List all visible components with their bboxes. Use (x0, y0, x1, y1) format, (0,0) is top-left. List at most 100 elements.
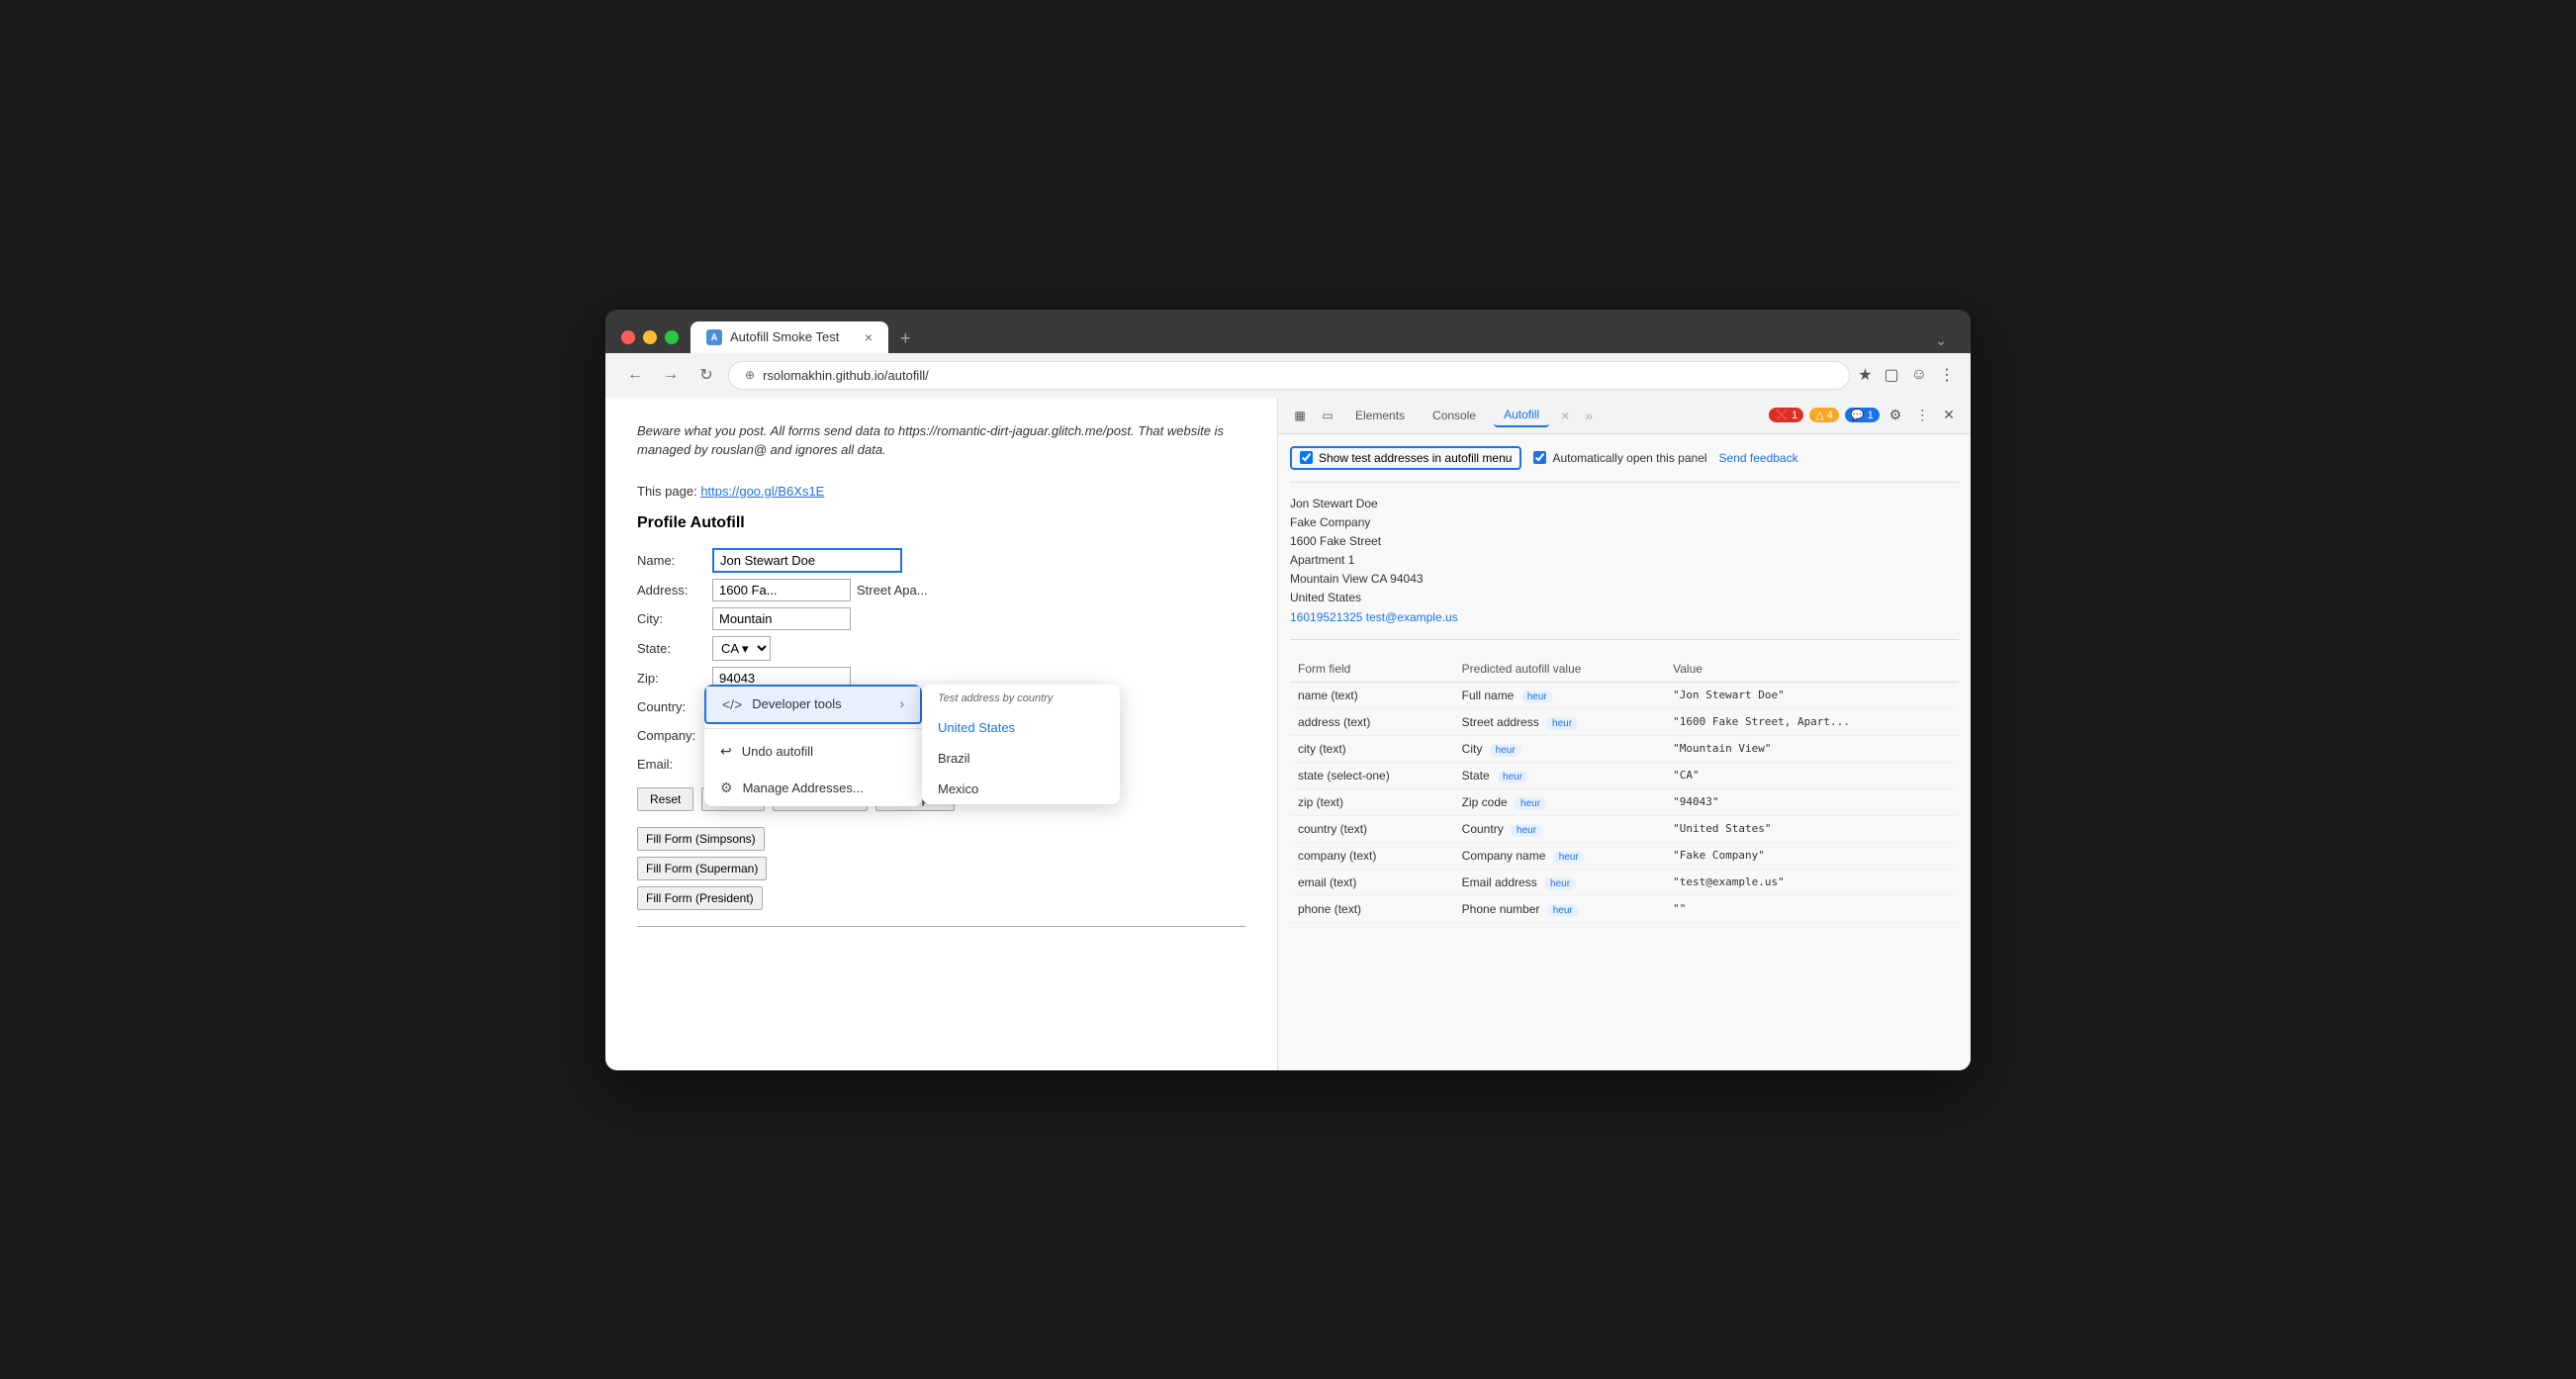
settings-icon[interactable]: ⚙ (1886, 405, 1906, 425)
predicted-cell: City heur (1454, 735, 1665, 762)
city-input[interactable] (712, 607, 851, 630)
devtools-status-icons: ❌ 1 △ 4 💬 1 ⚙ ⋮ ✕ (1769, 405, 1959, 425)
developer-tools-label: Developer tools (752, 696, 841, 711)
predicted-cell: State heur (1454, 762, 1665, 788)
device-icon[interactable]: ▭ (1318, 406, 1337, 425)
field-cell: company (text) (1290, 842, 1454, 869)
traffic-lights (621, 330, 679, 344)
close-devtools-icon[interactable]: ✕ (1939, 405, 1959, 425)
country-us[interactable]: United States (922, 712, 1120, 743)
arrow-icon: › (900, 696, 904, 711)
field-cell: name (text) (1290, 682, 1454, 708)
undo-autofill-item[interactable]: ↩ Undo autofill (704, 733, 922, 770)
active-tab[interactable]: A Autofill Smoke Test × (690, 322, 888, 353)
fill-superman-button[interactable]: Fill Form (Superman) (637, 857, 767, 880)
state-label: State: (637, 641, 706, 656)
reset-button[interactable]: Reset (637, 787, 693, 811)
show-test-addresses-option[interactable]: Show test addresses in autofill menu (1290, 446, 1521, 470)
auto-open-checkbox[interactable] (1533, 451, 1546, 464)
field-cell: state (select-one) (1290, 762, 1454, 788)
profile-icon[interactable]: ☺ (1911, 366, 1927, 384)
inspector-icon[interactable]: ▦ (1290, 406, 1310, 425)
new-tab-button[interactable]: + (888, 324, 923, 353)
col-field: Form field (1290, 656, 1454, 683)
preview-country: United States (1290, 589, 1959, 607)
tab-autofill[interactable]: Autofill (1494, 404, 1549, 427)
value-cell: "Jon Stewart Doe" (1665, 682, 1959, 708)
warn-badge: △ 4 (1809, 408, 1839, 422)
info-icon: 💬 (1851, 409, 1865, 421)
tab-bar: A Autofill Smoke Test × + ⌄ (690, 322, 1955, 353)
preview-company: Fake Company (1290, 513, 1959, 532)
dropdown-menu: </> Developer tools › ↩ Undo autofill ⚙ … (704, 685, 922, 806)
manage-addresses-item[interactable]: ⚙ Manage Addresses... (704, 770, 922, 806)
country-brazil[interactable]: Brazil (922, 743, 1120, 774)
heur-badge: heur (1511, 824, 1542, 837)
close-autofill-tab[interactable]: × (1557, 404, 1573, 427)
devtools-toolbar: ▦ ▭ Elements Console Autofill × » ❌ 1 △ … (1278, 398, 1971, 434)
table-row: phone (text)Phone number heur"" (1290, 895, 1959, 922)
maximize-button[interactable] (665, 330, 679, 344)
value-cell: "Mountain View" (1665, 735, 1959, 762)
field-cell: email (text) (1290, 869, 1454, 895)
more-options-icon[interactable]: ⋮ (1911, 405, 1933, 425)
name-input[interactable] (712, 548, 902, 573)
send-feedback-link[interactable]: Send feedback (1719, 451, 1798, 465)
table-row: country (text)Country heur"United States… (1290, 815, 1959, 842)
warning-text: Beware what you post. All forms send dat… (637, 421, 1245, 460)
name-label: Name: (637, 553, 706, 568)
address-row: Address: Street Apa... (637, 579, 1245, 601)
heur-badge: heur (1546, 717, 1578, 730)
value-cell: "CA" (1665, 762, 1959, 788)
address-input[interactable]: ⊕ rsolomakhin.github.io/autofill/ (728, 361, 1850, 390)
tab-console[interactable]: Console (1423, 405, 1486, 426)
auto-open-option[interactable]: Automatically open this panel (1533, 451, 1706, 465)
country-mexico[interactable]: Mexico (922, 774, 1120, 804)
address-preview: Jon Stewart Doe Fake Company 1600 Fake S… (1290, 495, 1959, 640)
more-tabs-icon[interactable]: » (1581, 404, 1597, 427)
autofill-options: Show test addresses in autofill menu Aut… (1290, 446, 1959, 483)
menu-icon[interactable]: ⋮ (1939, 365, 1955, 385)
page-link-anchor[interactable]: https://goo.gl/B6Xs1E (700, 484, 824, 499)
close-button[interactable] (621, 330, 635, 344)
field-cell: phone (text) (1290, 895, 1454, 922)
test-address-label: Test address by country (922, 685, 1120, 712)
fill-buttons: Fill Form (Simpsons) Fill Form (Superman… (637, 827, 1245, 910)
tab-title: Autofill Smoke Test (730, 329, 839, 344)
col-value: Value (1665, 656, 1959, 683)
tab-elements[interactable]: Elements (1345, 405, 1415, 426)
col-predicted: Predicted autofill value (1454, 656, 1665, 683)
tab-close-button[interactable]: × (865, 329, 873, 345)
minimize-button[interactable] (643, 330, 657, 344)
predicted-cell: Full name heur (1454, 682, 1665, 708)
error-badge: ❌ 1 (1769, 408, 1803, 422)
show-test-addresses-checkbox[interactable] (1300, 451, 1313, 464)
extension-icon[interactable]: ▢ (1885, 365, 1899, 385)
info-count: 1 (1868, 410, 1874, 421)
fill-simpsons-button[interactable]: Fill Form (Simpsons) (637, 827, 765, 851)
country-submenu: Test address by country United States Br… (922, 685, 1120, 804)
manage-addresses-label: Manage Addresses... (743, 781, 864, 795)
state-row: State: CA ▾ (637, 636, 1245, 661)
table-row: city (text)City heur"Mountain View" (1290, 735, 1959, 762)
heur-badge: heur (1553, 851, 1585, 864)
predicted-cell: Company name heur (1454, 842, 1665, 869)
security-icon: ⊕ (745, 368, 755, 382)
state-select[interactable]: CA ▾ (712, 636, 771, 661)
devtools-panel: ▦ ▭ Elements Console Autofill × » ❌ 1 △ … (1278, 398, 1971, 1070)
fill-president-button[interactable]: Fill Form (President) (637, 886, 763, 910)
back-button[interactable]: ← (621, 361, 649, 389)
tab-more-button[interactable]: ⌄ (1927, 328, 1955, 353)
preview-name: Jon Stewart Doe (1290, 495, 1959, 513)
address-label: Address: (637, 583, 706, 598)
reload-button[interactable]: ↻ (692, 361, 720, 389)
heur-badge: heur (1497, 771, 1528, 783)
separator (704, 728, 922, 729)
forward-button[interactable]: → (657, 361, 685, 389)
address-input[interactable] (712, 579, 851, 601)
bookmark-icon[interactable]: ★ (1858, 365, 1872, 385)
heur-badge: heur (1547, 904, 1579, 917)
field-cell: zip (text) (1290, 788, 1454, 815)
developer-tools-item[interactable]: </> Developer tools › (704, 685, 922, 724)
field-cell: address (text) (1290, 708, 1454, 735)
